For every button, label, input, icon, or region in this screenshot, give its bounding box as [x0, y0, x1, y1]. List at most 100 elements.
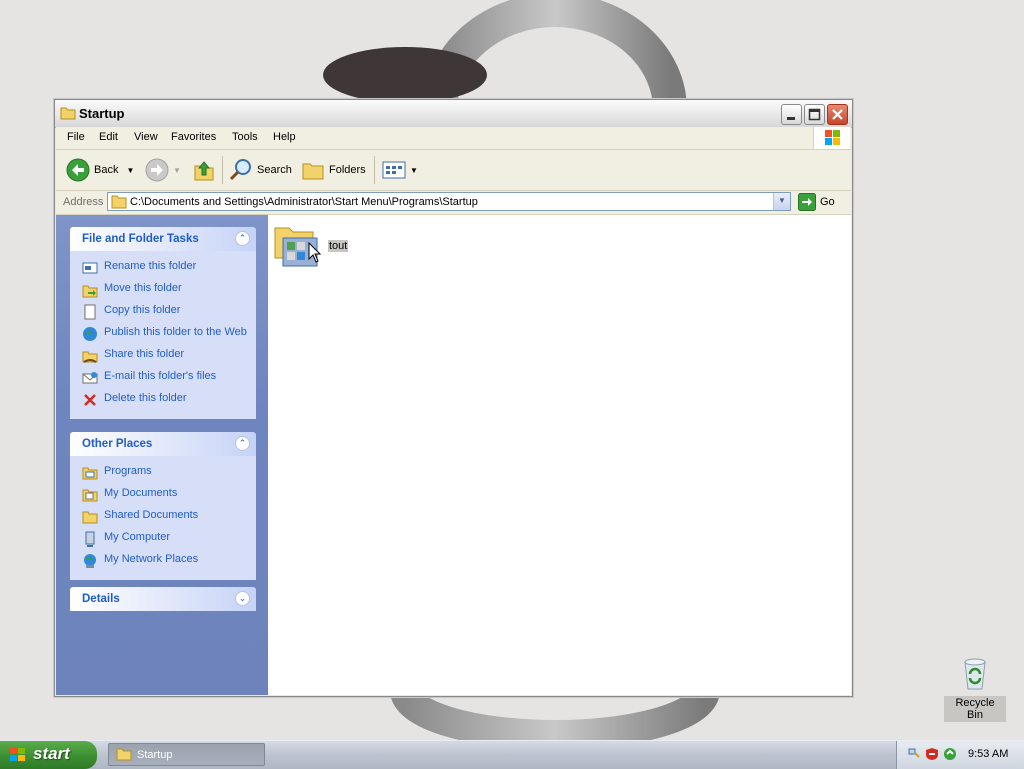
minimize-button[interactable] [781, 104, 802, 125]
menu-tools[interactable]: Tools [232, 131, 258, 143]
place-my-computer[interactable]: My Computer [70, 528, 256, 550]
my-computer-icon [85, 531, 95, 547]
search-label: Search [257, 164, 292, 176]
back-dropdown-arrow-icon[interactable]: ▼ [126, 166, 134, 175]
forward-dropdown-arrow-icon[interactable]: ▼ [173, 166, 181, 175]
menu-favorites[interactable]: Favorites [171, 131, 216, 143]
go-button[interactable]: Go [798, 193, 835, 211]
close-button[interactable] [827, 104, 848, 125]
panel-body: Rename this folder Move this folder Copy… [70, 251, 256, 419]
toolbar-separator [222, 156, 223, 184]
tray-security-shield-icon[interactable] [925, 747, 939, 761]
address-dropdown-button[interactable]: ▼ [773, 193, 790, 210]
windows-flag-icon [825, 130, 840, 145]
rename-icon [82, 262, 98, 274]
task-delete-folder[interactable]: Delete this folder [70, 389, 256, 411]
my-documents-icon [82, 489, 98, 502]
tray-network-icon[interactable] [907, 747, 921, 761]
collapse-chevron-icon[interactable]: ⌃ [235, 436, 250, 451]
recycle-bin-desktop-icon[interactable]: Recycle Bin [944, 656, 1006, 722]
address-bar: Address C:\Documents and Settings\Admini… [56, 191, 851, 215]
shared-documents-icon [82, 511, 98, 524]
panel-title: Details [82, 593, 120, 605]
task-copy-folder[interactable]: Copy this folder [70, 301, 256, 323]
collapse-chevron-icon[interactable]: ⌃ [235, 231, 250, 246]
delete-icon [84, 394, 96, 406]
go-arrow-icon [798, 193, 816, 211]
task-publish-web[interactable]: Publish this folder to the Web [70, 323, 256, 345]
address-label: Address [63, 196, 104, 208]
title-bar[interactable]: Startup [55, 100, 852, 128]
place-label: My Computer [104, 531, 171, 543]
panel-header[interactable]: Details ⌄ [70, 587, 256, 611]
menu-file[interactable]: File [67, 131, 85, 143]
window-title: Startup [79, 106, 125, 121]
task-rename-folder[interactable]: Rename this folder [70, 257, 256, 279]
panel-header[interactable]: Other Places ⌃ [70, 432, 256, 456]
menu-bar: File Edit View Favorites Tools Help [56, 127, 851, 150]
start-button[interactable]: start [0, 741, 97, 769]
close-icon [832, 109, 843, 120]
taskbar: start Startup 9:53 AM [0, 740, 1024, 769]
explorer-window: Startup File Edit View Favorites Tools H… [54, 99, 853, 697]
search-button[interactable]: Search [229, 158, 292, 182]
windows-logo [813, 127, 850, 149]
forward-button[interactable]: ▼ [145, 158, 181, 182]
panel-title: Other Places [82, 438, 153, 450]
minimize-icon [787, 117, 795, 120]
maximize-icon [808, 108, 821, 121]
move-icon [82, 285, 98, 298]
toolbar-separator [374, 156, 375, 184]
folders-label: Folders [329, 164, 366, 176]
recycle-bin-label: Recycle Bin [944, 696, 1006, 722]
views-icon [382, 161, 406, 179]
task-label: Delete this folder [104, 392, 187, 404]
place-my-documents[interactable]: My Documents [70, 484, 256, 506]
file-folder-tasks-panel: File and Folder Tasks ⌃ Rename this fold… [70, 227, 256, 419]
folders-icon [302, 163, 324, 180]
task-email-files[interactable]: E-mail this folder's files [70, 367, 256, 389]
place-programs[interactable]: Programs [70, 462, 256, 484]
address-input[interactable]: C:\Documents and Settings\Administrator\… [107, 192, 791, 211]
views-button[interactable]: ▼ [382, 158, 418, 182]
recycle-bin-icon [964, 658, 986, 690]
panel-header[interactable]: File and Folder Tasks ⌃ [70, 227, 256, 251]
task-label: Publish this folder to the Web [104, 326, 247, 338]
menu-edit[interactable]: Edit [99, 131, 118, 143]
tray-updates-icon[interactable] [943, 747, 957, 761]
panel-body: Programs My Documents Shared Documents M… [70, 456, 256, 580]
task-label: E-mail this folder's files [104, 370, 217, 382]
mouse-pointer-icon [308, 242, 322, 263]
forward-arrow-icon [145, 158, 169, 182]
task-label: Rename this folder [104, 260, 197, 272]
folder-contents: tout [268, 215, 851, 695]
up-folder-icon [194, 161, 214, 181]
place-network-places[interactable]: My Network Places [70, 550, 256, 572]
folder-icon [60, 107, 76, 120]
go-label: Go [820, 196, 835, 208]
task-share-folder[interactable]: Share this folder [70, 345, 256, 367]
search-icon [229, 159, 251, 181]
up-folder-button[interactable] [193, 158, 215, 182]
menu-help[interactable]: Help [273, 131, 296, 143]
taskbar-item-startup[interactable]: Startup [108, 743, 265, 766]
maximize-button[interactable] [804, 104, 825, 125]
folders-button[interactable]: Folders [301, 158, 366, 182]
views-dropdown-arrow-icon[interactable]: ▼ [410, 166, 418, 175]
chevron-down-icon: ▼ [778, 196, 786, 205]
toolbar: Back ▼ ▼ Search Folders ▼ [56, 150, 851, 191]
task-pane: File and Folder Tasks ⌃ Rename this fold… [56, 215, 268, 695]
place-label: My Network Places [104, 553, 199, 565]
network-places-icon [84, 554, 96, 568]
programs-icon [82, 467, 98, 480]
place-label: Programs [104, 465, 152, 477]
menu-view[interactable]: View [134, 131, 158, 143]
email-icon [82, 372, 98, 384]
place-shared-documents[interactable]: Shared Documents [70, 506, 256, 528]
back-label: Back [94, 164, 119, 176]
folder-icon [116, 748, 132, 761]
task-move-folder[interactable]: Move this folder [70, 279, 256, 301]
expand-chevron-icon[interactable]: ⌄ [235, 591, 250, 606]
back-button[interactable]: Back ▼ [66, 158, 134, 182]
task-label: Move this folder [104, 282, 182, 294]
